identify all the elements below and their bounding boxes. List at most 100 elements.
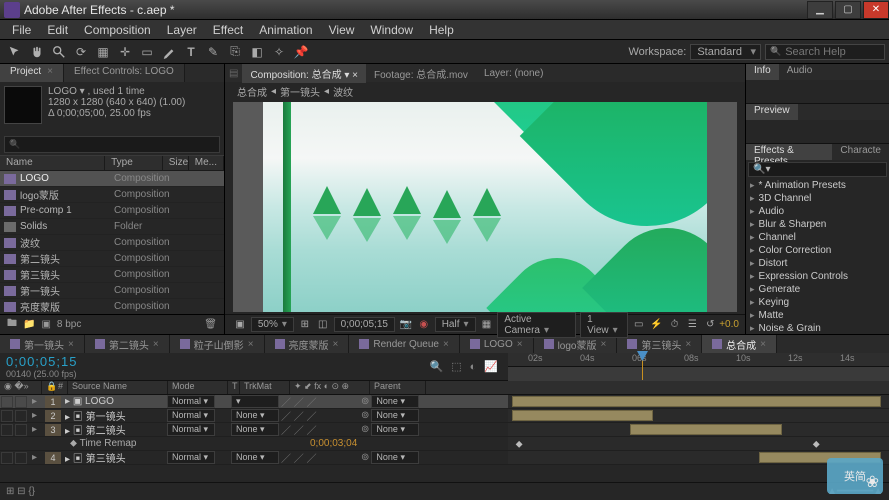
motion-blur-icon[interactable]: ◐ [470, 361, 477, 373]
preview-tab[interactable]: Preview [746, 104, 798, 120]
current-time[interactable]: 0;00;05;15 [6, 354, 77, 369]
timeline-layer[interactable]: ▸1▸ ▣ LOGONormal ▾ ▾／ ／ ／⊚None ▾ [0, 395, 889, 409]
effect-category[interactable]: Generate [746, 283, 889, 296]
trash-icon[interactable]: 🗑 [204, 319, 217, 330]
timeline-icon[interactable]: ⏱ [668, 318, 682, 332]
project-item[interactable]: logo蒙版Composition [0, 187, 224, 203]
composition-tab[interactable]: Composition: 总合成 ▾ × [242, 64, 366, 83]
timeline-tab[interactable]: Render Queue × [349, 335, 459, 353]
effect-category[interactable]: Matte [746, 309, 889, 322]
menu-animation[interactable]: Animation [251, 23, 320, 37]
shape-tool[interactable]: ▭ [138, 43, 156, 61]
snapshot-icon[interactable]: 📷 [399, 318, 413, 332]
eraser-tool[interactable]: ◧ [248, 43, 266, 61]
effect-category[interactable]: Noise & Grain [746, 322, 889, 334]
info-tab[interactable]: Info [746, 64, 779, 80]
project-item[interactable]: 波纹Composition [0, 235, 224, 251]
menu-view[interactable]: View [321, 23, 363, 37]
layer-tab[interactable]: Layer: (none) [476, 66, 551, 81]
project-item[interactable]: LOGOComposition [0, 171, 224, 187]
menu-layer[interactable]: Layer [159, 23, 205, 37]
project-item[interactable]: 第三镜头Composition [0, 267, 224, 283]
help-search[interactable]: Search Help [765, 44, 885, 60]
views-select[interactable]: 1 View [580, 312, 628, 338]
effect-category[interactable]: Audio [746, 205, 889, 218]
effects-presets-tab[interactable]: Effects & Presets [746, 144, 832, 160]
effect-category[interactable]: Blur & Sharpen [746, 218, 889, 231]
menu-effect[interactable]: Effect [205, 23, 251, 37]
timecode-display[interactable]: 0;00;05;15 [334, 317, 395, 332]
project-item[interactable]: Pre-comp 1Composition [0, 203, 224, 219]
composition-viewer[interactable] [233, 102, 737, 312]
pixel-aspect-icon[interactable]: ▭ [632, 318, 646, 332]
project-item[interactable]: 亮度蒙版Composition [0, 299, 224, 314]
channel-icon[interactable]: ◉ [417, 318, 431, 332]
effect-category[interactable]: Expression Controls [746, 270, 889, 283]
folder-icon[interactable]: 📁 [23, 319, 35, 330]
timeline-tab[interactable]: 总合成 × [702, 335, 777, 353]
effect-controls-tab[interactable]: Effect Controls: LOGO [64, 64, 185, 82]
search-layers-icon[interactable]: 🔍 [430, 360, 444, 373]
camera-tool[interactable]: ▦ [94, 43, 112, 61]
interpret-icon[interactable]: 🖿 [7, 316, 17, 333]
timeline-tab[interactable]: LOGO × [460, 335, 534, 353]
audio-tab[interactable]: Audio [779, 64, 821, 80]
effect-category[interactable]: Distort [746, 257, 889, 270]
mask-icon[interactable]: ◫ [316, 318, 330, 332]
workspace-select[interactable]: Standard [690, 44, 761, 60]
hand-tool[interactable] [28, 43, 46, 61]
timeline-layer[interactable]: ▸3▸ ▣ 第二镜头Normal ▾None ▾／ ／ ／⊚None ▾ [0, 423, 889, 437]
project-item[interactable]: 第二镜头Composition [0, 251, 224, 267]
timeline-tab[interactable]: logo蒙版 × [534, 335, 618, 353]
project-item[interactable]: SolidsFolder [0, 219, 224, 235]
menu-window[interactable]: Window [362, 23, 421, 37]
menu-file[interactable]: File [4, 23, 39, 37]
maximize-button[interactable]: ▢ [835, 1, 861, 19]
exposure-value[interactable]: +0.0 [719, 319, 739, 330]
transparency-icon[interactable]: ▦ [480, 318, 494, 332]
timeline-tab[interactable]: 第一镜头 × [0, 335, 85, 353]
shy-icon[interactable]: ⬚ [451, 360, 461, 373]
timeline-tab[interactable]: 第三镜头 × [617, 335, 702, 353]
close-button[interactable]: ✕ [863, 1, 889, 19]
effects-search[interactable]: 🔍▾ [748, 162, 887, 177]
flowchart-icon[interactable]: ☰ [685, 318, 699, 332]
zoom-tool[interactable] [50, 43, 68, 61]
new-comp-icon[interactable]: ▣ [41, 319, 50, 330]
grid-icon[interactable]: ⊞ [298, 318, 312, 332]
timeline-layer[interactable]: ▸2▸ ▣ 第一镜头Normal ▾None ▾／ ／ ／⊚None ▾ [0, 409, 889, 423]
effect-category[interactable]: Color Correction [746, 244, 889, 257]
menu-composition[interactable]: Composition [76, 23, 159, 37]
graph-icon[interactable]: 📈 [484, 360, 498, 373]
effect-category[interactable]: Channel [746, 231, 889, 244]
clone-tool[interactable]: ⎘ [226, 43, 244, 61]
brush-tool[interactable]: ✎ [204, 43, 222, 61]
zoom-select[interactable]: 50% [251, 317, 294, 332]
rotate-tool[interactable]: ⟳ [72, 43, 90, 61]
reset-exposure-icon[interactable]: ↺ [703, 318, 717, 332]
pen-tool[interactable] [160, 43, 178, 61]
menu-help[interactable]: Help [421, 23, 462, 37]
roto-tool[interactable]: ✧ [270, 43, 288, 61]
project-list[interactable]: LOGOCompositionlogo蒙版CompositionPre-comp… [0, 171, 224, 314]
anchor-tool[interactable]: ✛ [116, 43, 134, 61]
timeline-tab[interactable]: 第二镜头 × [85, 335, 170, 353]
region-icon[interactable]: ▣ [233, 318, 247, 332]
timeline-layer[interactable]: ⬥ Time Remap0;00;03;04⬥⬥ [0, 437, 889, 451]
timeline-tab[interactable]: 亮度蒙版 × [265, 335, 350, 353]
selection-tool[interactable] [6, 43, 24, 61]
timeline-tab[interactable]: 粒子山倒影 × [170, 335, 265, 353]
text-tool[interactable]: T [182, 43, 200, 61]
effect-category[interactable]: * Animation Presets [746, 179, 889, 192]
playhead[interactable] [642, 353, 643, 380]
project-tab[interactable]: Project× [0, 64, 64, 82]
project-search[interactable] [4, 136, 220, 153]
character-tab[interactable]: Characte [832, 144, 889, 160]
minimize-button[interactable]: ▁ [807, 1, 833, 19]
camera-select[interactable]: Active Camera [497, 312, 576, 338]
resolution-select[interactable]: Half [435, 317, 476, 332]
effects-list[interactable]: * Animation Presets3D ChannelAudioBlur &… [746, 179, 889, 334]
puppet-tool[interactable]: 📌 [292, 43, 310, 61]
timeline-layer[interactable]: ▸4▸ ▣ 第三镜头Normal ▾None ▾／ ／ ／⊚None ▾ [0, 451, 889, 465]
effect-category[interactable]: Keying [746, 296, 889, 309]
